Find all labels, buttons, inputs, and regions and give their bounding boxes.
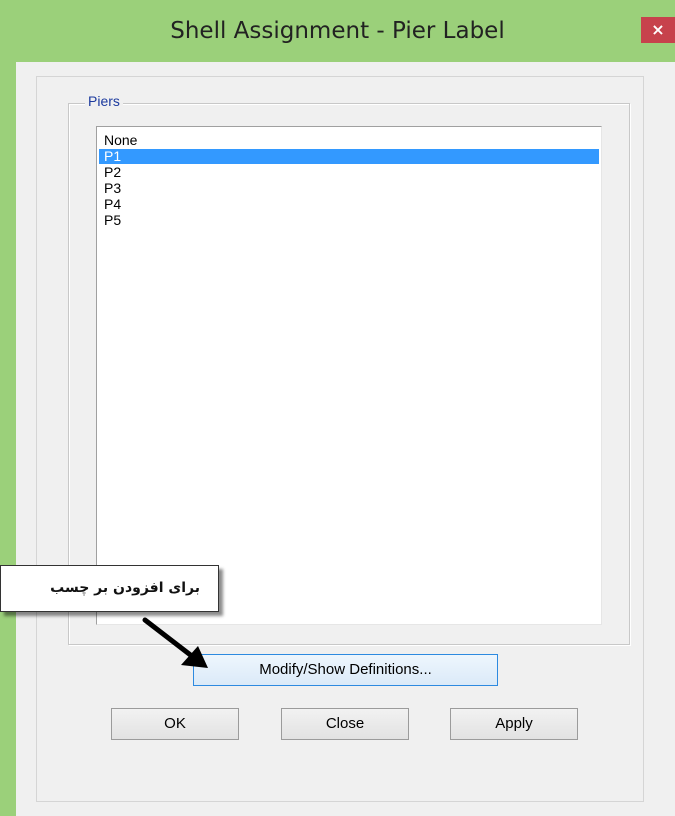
piers-listbox[interactable]: None P1 P2 P3 P4 P5 (96, 126, 602, 625)
list-item-p5[interactable]: P5 (99, 213, 599, 228)
annotation-callout: برای افزودن بر چسب (0, 565, 219, 612)
list-item-p3[interactable]: P3 (99, 181, 599, 196)
close-window-button[interactable]: × (641, 17, 675, 43)
apply-button[interactable]: Apply (450, 708, 578, 740)
ok-button[interactable]: OK (111, 708, 239, 740)
list-item-none[interactable]: None (99, 133, 599, 148)
piers-group-title: Piers (85, 93, 123, 109)
modify-show-definitions-button[interactable]: Modify/Show Definitions... (193, 654, 498, 686)
dialog-window: Shell Assignment - Pier Label × Piers No… (0, 0, 675, 816)
close-button[interactable]: Close (281, 708, 409, 740)
title-bar[interactable]: Shell Assignment - Pier Label × (0, 0, 675, 62)
dialog-body: Piers None P1 P2 P3 P4 P5 Modify/Show De… (16, 62, 675, 816)
callout-text: برای افزودن بر چسب (50, 580, 200, 596)
list-item-p1[interactable]: P1 (99, 149, 599, 164)
list-item-p4[interactable]: P4 (99, 197, 599, 212)
window-title: Shell Assignment - Pier Label (170, 18, 505, 44)
list-item-p2[interactable]: P2 (99, 165, 599, 180)
